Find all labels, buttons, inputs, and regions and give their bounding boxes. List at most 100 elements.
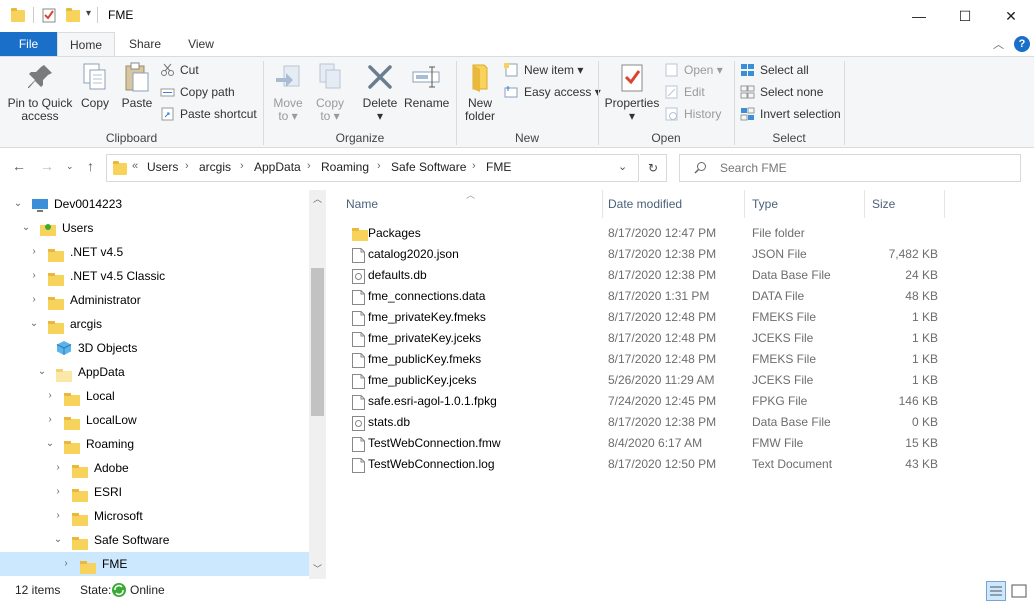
breadcrumb-safe-software[interactable]: Safe Software (391, 160, 466, 174)
file-row[interactable]: safe.esri-agol-1.0.1.fpkg 7/24/2020 12:45… (344, 391, 944, 412)
select-all-button[interactable]: Select all (740, 60, 809, 80)
tree-item[interactable]: ⌄ Dev0014223 (0, 192, 309, 216)
tree-item[interactable]: ⌄ Roaming (0, 432, 309, 456)
new-item-button[interactable]: New item ▾ (504, 60, 583, 80)
collapsed-chevron-icon[interactable]: › (44, 384, 56, 408)
large-icons-view-button[interactable] (1010, 582, 1028, 600)
navigation-pane[interactable]: ⌄ Dev0014223 ⌄ Users › .NET v4.5 › .NET v4.5 Cl… (0, 190, 328, 579)
tree-item[interactable]: › ESRI (0, 480, 309, 504)
tree-item[interactable]: ⌄ Safe Software (0, 528, 309, 552)
expanded-chevron-icon[interactable]: ⌄ (36, 360, 48, 384)
move-to-button[interactable]: Move to ▾ (270, 61, 306, 123)
minimize-button[interactable]: — (896, 0, 942, 32)
column-header-size[interactable]: Size (866, 190, 944, 218)
tree-item[interactable]: › LocalLow (0, 408, 309, 432)
paste-button[interactable]: Paste (118, 61, 156, 110)
details-view-button[interactable] (986, 581, 1006, 601)
search-input[interactable]: Search FME (679, 154, 1021, 182)
tab-file[interactable]: File (0, 32, 57, 56)
expanded-chevron-icon[interactable]: ⌄ (20, 216, 32, 240)
rename-button[interactable]: Rename (404, 61, 449, 110)
file-row[interactable]: fme_privateKey.jceks 8/17/2020 12:48 PM JC… (344, 328, 944, 349)
scroll-down-icon[interactable]: ﹀ (313, 562, 322, 575)
collapsed-chevron-icon[interactable]: › (60, 552, 72, 576)
copy-path-button[interactable]: Copy path (160, 82, 235, 102)
file-row[interactable]: fme_connections.data 8/17/2020 1:31 PM DAT… (344, 286, 944, 307)
tab-share[interactable]: Share (118, 32, 172, 56)
nav-pane-scrollbar[interactable]: ︿ ﹀ (309, 190, 326, 579)
paste-shortcut-button[interactable]: Paste shortcut (160, 104, 257, 124)
tree-item[interactable]: › FME (0, 552, 309, 576)
tab-home[interactable]: Home (57, 32, 115, 56)
tree-item[interactable]: ⌄ arcgis (0, 312, 309, 336)
forward-arrow-icon[interactable]: → (40, 158, 54, 174)
refresh-button[interactable]: ↻ (640, 154, 667, 182)
file-list[interactable]: ︿ Name Date modified Type Size Packages 8… (328, 190, 1034, 579)
customize-quick-access-chevron-icon[interactable]: ▾ (86, 8, 91, 19)
file-row[interactable]: fme_privateKey.fmeks 8/17/2020 12:48 PM FM… (344, 307, 944, 328)
file-row[interactable]: fme_publicKey.fmeks 8/17/2020 12:48 PM FME… (344, 349, 944, 370)
expanded-chevron-icon[interactable]: ⌄ (12, 192, 24, 216)
invert-selection-button[interactable]: Invert selection (740, 104, 841, 124)
maximize-button[interactable]: ☐ (942, 0, 988, 32)
open-button[interactable]: Open ▾ (664, 60, 723, 80)
tree-item[interactable]: › Adobe (0, 456, 309, 480)
file-row[interactable]: stats.db 8/17/2020 12:38 PM Data Base File… (344, 412, 944, 433)
tree-item[interactable]: › .NET v4.5 Classic (0, 264, 309, 288)
help-icon[interactable]: ? (1014, 36, 1030, 52)
file-row[interactable]: Packages 8/17/2020 12:47 PM File folder (344, 223, 944, 244)
collapsed-chevron-icon[interactable]: › (52, 504, 64, 528)
tree-item[interactable]: ⌄ Users (0, 216, 309, 240)
select-none-button[interactable]: Select none (740, 82, 823, 102)
file-row[interactable]: TestWebConnection.log 8/17/2020 12:50 PM T… (344, 454, 944, 475)
recent-locations-chevron-icon[interactable]: ⌄ (66, 161, 74, 172)
delete-button[interactable]: Delete ▾ (360, 61, 400, 123)
minimize-ribbon-chevron-icon[interactable]: ︿ (993, 36, 1004, 52)
collapsed-chevron-icon[interactable]: › (52, 456, 64, 480)
breadcrumb-arcgis[interactable]: arcgis (199, 160, 231, 174)
file-row[interactable]: catalog2020.json 8/17/2020 12:38 PM JSON F… (344, 244, 944, 265)
file-row[interactable]: defaults.db 8/17/2020 12:38 PM Data Base F… (344, 265, 944, 286)
breadcrumb-overflow[interactable]: « (132, 160, 138, 172)
collapsed-chevron-icon[interactable]: › (28, 240, 40, 264)
expanded-chevron-icon[interactable]: ⌄ (44, 432, 56, 456)
up-arrow-icon[interactable]: ↑ (87, 158, 94, 174)
collapsed-chevron-icon[interactable]: › (28, 264, 40, 288)
history-button[interactable]: History (664, 104, 721, 124)
tree-item[interactable]: › Administrator (0, 288, 309, 312)
pin-to-quick-access-button[interactable]: Pin to Quick access (4, 61, 76, 123)
tree-item[interactable]: › Microsoft (0, 504, 309, 528)
copy-to-button[interactable]: Copy to ▾ (312, 61, 348, 123)
expanded-chevron-icon[interactable]: ⌄ (52, 528, 64, 552)
tab-view[interactable]: View (176, 32, 226, 56)
file-row[interactable]: TestWebConnection.fmw 8/4/2020 6:17 AM FMW… (344, 433, 944, 454)
tree-item[interactable]: › .NET v4.5 (0, 240, 309, 264)
column-header-type[interactable]: Type (746, 190, 862, 218)
new-folder-quick-access-icon[interactable] (66, 8, 80, 22)
breadcrumb-users[interactable]: Users (147, 160, 178, 174)
tree-item[interactable]: ⌄ AppData (0, 360, 309, 384)
cut-button[interactable]: Cut (160, 60, 199, 80)
properties-quick-access-icon[interactable] (42, 7, 56, 23)
tree-item[interactable]: › Local (0, 384, 309, 408)
properties-button[interactable]: Properties ▾ (603, 61, 661, 123)
collapsed-chevron-icon[interactable]: › (52, 480, 64, 504)
scroll-up-icon[interactable]: ︿ (313, 192, 322, 205)
file-row[interactable]: fme_publicKey.jceks 5/26/2020 11:29 AM JCE… (344, 370, 944, 391)
breadcrumb-fme[interactable]: FME (486, 160, 511, 174)
collapsed-chevron-icon[interactable]: › (44, 408, 56, 432)
edit-button[interactable]: Edit (664, 82, 705, 102)
expanded-chevron-icon[interactable]: ⌄ (28, 312, 40, 336)
address-bar[interactable]: « Users › arcgis › AppData › Roaming › S… (106, 154, 639, 182)
back-arrow-icon[interactable]: ← (12, 158, 26, 174)
column-header-date[interactable]: Date modified (602, 190, 744, 218)
breadcrumb-appdata[interactable]: AppData (254, 160, 301, 174)
tree-item[interactable]: 3D Objects (0, 336, 309, 360)
copy-button[interactable]: Copy (78, 61, 112, 110)
column-header-name[interactable]: Name (340, 190, 600, 218)
collapsed-chevron-icon[interactable]: › (28, 288, 40, 312)
easy-access-button[interactable]: Easy access ▾ (504, 82, 601, 102)
close-button[interactable]: ✕ (988, 0, 1034, 32)
nav-pane-scroll-thumb[interactable] (311, 268, 324, 416)
breadcrumb-roaming[interactable]: Roaming (321, 160, 369, 174)
